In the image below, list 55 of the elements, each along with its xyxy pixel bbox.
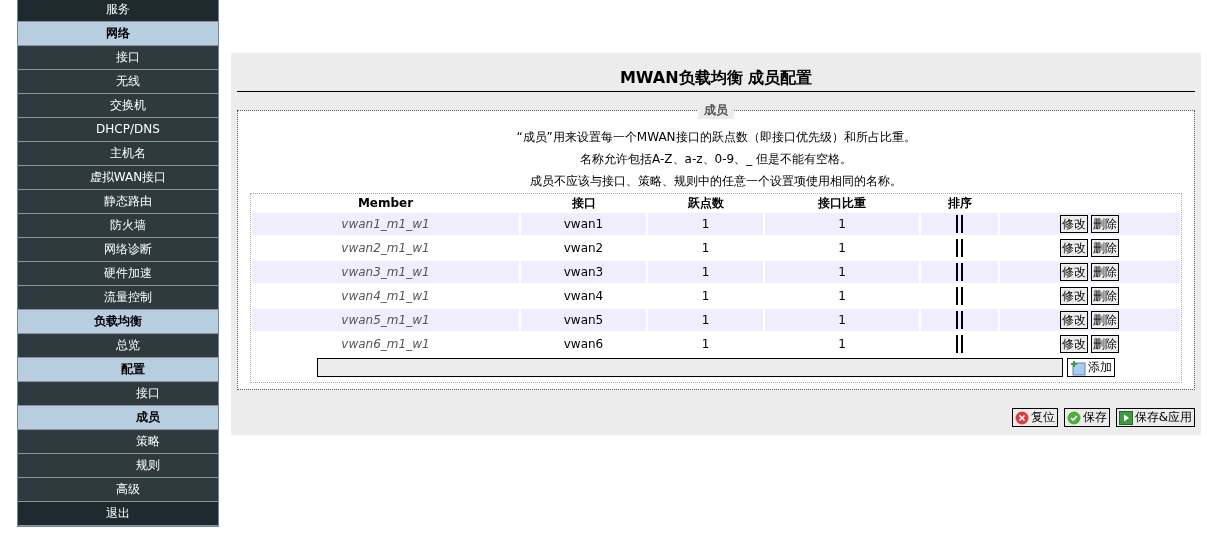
table-cell: vwan5_m1_w1	[252, 309, 519, 331]
add-document-icon	[1070, 359, 1086, 376]
description-text: “成员”用来设置每一个MWAN接口的跃点数（即接口优先级）和所占比重。	[515, 131, 917, 143]
edit-button[interactable]: 修改	[1060, 239, 1088, 257]
drag-handle-icon[interactable]	[955, 263, 964, 281]
sidebar-item[interactable]: 退出	[18, 502, 218, 526]
drag-handle-icon[interactable]	[955, 335, 964, 353]
input-field[interactable]	[317, 358, 1063, 377]
edit-button[interactable]: 修改	[1060, 311, 1088, 329]
table-cell: 1	[648, 309, 763, 331]
delete-button[interactable]: 删除	[1091, 335, 1119, 353]
drag-handle-icon[interactable]	[955, 287, 964, 305]
table-cell: 1	[765, 309, 919, 331]
delete-button[interactable]: 删除	[1091, 287, 1119, 305]
section-legend: 成员	[698, 102, 734, 119]
page-title: MWAN负载均衡 成员配置	[237, 68, 1195, 92]
drag-handle-icon[interactable]	[955, 239, 964, 257]
apply-button[interactable]: 保存&应用	[1115, 408, 1195, 427]
table-cell: vwan1	[521, 213, 646, 235]
sidebar-section[interactable]: 配置	[18, 358, 218, 382]
table-cell: vwan1_m1_w1	[252, 213, 519, 235]
sidebar-section[interactable]: 负载均衡	[18, 310, 218, 334]
column-header: Member	[356, 195, 415, 211]
table-cell: vwan3_m1_w1	[252, 261, 519, 283]
description-text: 名称允许包括A-Z、a-z、0-9、_ 但是不能有空格。	[579, 153, 853, 165]
save-button[interactable]: 保存	[1063, 408, 1110, 427]
drag-handle-icon[interactable]	[955, 311, 964, 329]
table-cell: vwan5	[521, 309, 646, 331]
delete-button[interactable]: 删除	[1091, 239, 1119, 257]
table-cell: 1	[648, 261, 763, 283]
table-cell: 1	[765, 261, 919, 283]
add-button[interactable]: 添加	[1067, 358, 1115, 377]
drag-handle-icon[interactable]	[955, 215, 964, 233]
sidebar-item[interactable]: 成员	[18, 406, 218, 430]
table-cell: 1	[648, 213, 763, 235]
delete-button[interactable]: 删除	[1091, 215, 1119, 233]
delete-button[interactable]: 删除	[1091, 311, 1119, 329]
sidebar-item[interactable]: 服务	[18, 0, 218, 22]
column-header: 排序	[946, 195, 973, 211]
edit-button[interactable]: 修改	[1060, 287, 1088, 305]
column-header: 跃点数	[686, 195, 725, 211]
check-icon	[1066, 410, 1081, 425]
sidebar-section[interactable]: 网络	[18, 22, 218, 46]
column-header: 接口	[570, 195, 597, 211]
delete-button[interactable]: 删除	[1091, 263, 1119, 281]
edit-button[interactable]: 修改	[1060, 215, 1088, 233]
edit-button[interactable]: 修改	[1060, 263, 1088, 281]
edit-button[interactable]: 修改	[1060, 335, 1088, 353]
table-cell: 1	[765, 213, 919, 235]
play-icon	[1118, 410, 1133, 425]
column-header: 接口比重	[817, 195, 867, 211]
description-text: 成员不应该与接口、策略、规则中的任意一个设置项使用相同的名称。	[529, 175, 903, 187]
close-icon	[1014, 410, 1029, 425]
table-cell: vwan3	[521, 261, 646, 283]
reset-button[interactable]: 复位	[1011, 408, 1058, 427]
